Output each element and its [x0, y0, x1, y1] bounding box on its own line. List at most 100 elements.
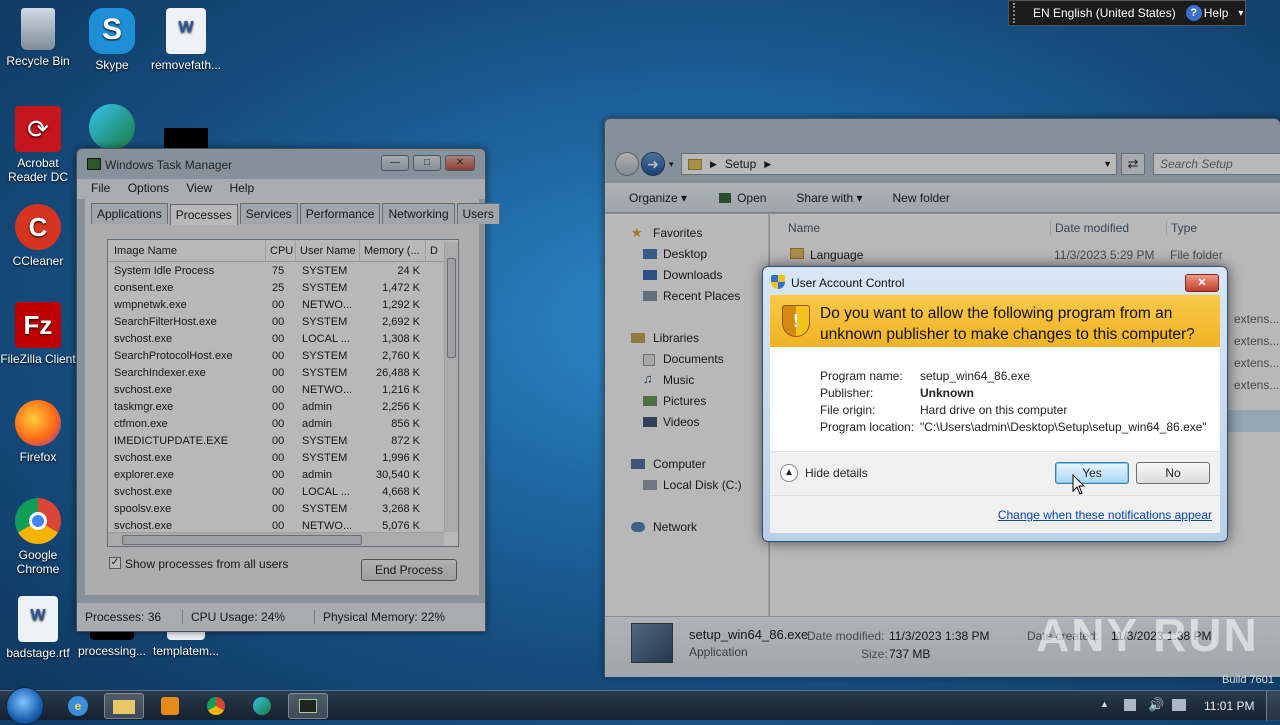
desktop-icon-badstage[interactable]: W badstage.rtf [0, 596, 76, 660]
table-row[interactable]: spoolsv.exe 00 SYSTEM 3,268 K [108, 500, 446, 517]
table-row[interactable]: System Idle Process 75 SYSTEM 24 K [108, 262, 446, 279]
file-row-language[interactable]: Language 11/3/2023 5:29 PM File folder [770, 244, 1280, 266]
tab-services[interactable]: Services [239, 203, 298, 224]
taskbar-media-player[interactable] [150, 693, 190, 719]
tab-users[interactable]: Users [456, 203, 500, 224]
nav-libraries[interactable]: Libraries [653, 331, 699, 345]
close-button[interactable]: ✕ [1185, 274, 1219, 292]
forward-button[interactable]: ➜ [641, 152, 665, 176]
back-button[interactable] [615, 152, 639, 176]
search-input[interactable] [1153, 153, 1280, 175]
desktop-icon-black[interactable] [164, 128, 208, 150]
scrollbar-thumb[interactable] [447, 258, 456, 358]
table-row[interactable]: SearchIndexer.exe 00 SYSTEM 26,488 K [108, 364, 446, 381]
horizontal-scrollbar[interactable] [108, 532, 444, 546]
volume-icon[interactable]: 🔊 [1148, 697, 1164, 713]
yes-button[interactable]: Yes [1055, 462, 1129, 484]
col-image-name[interactable]: Image Name [108, 240, 266, 261]
table-row[interactable]: SearchFilterHost.exe 00 SYSTEM 2,692 K [108, 313, 446, 330]
nav-videos[interactable]: Videos [663, 415, 699, 429]
nav-favorites[interactable]: Favorites [653, 226, 702, 240]
language-selector[interactable]: EN English (United States) [1033, 6, 1176, 20]
vertical-scrollbar[interactable] [444, 242, 458, 532]
table-row[interactable]: svchost.exe 00 LOCAL ... 4,668 K [108, 483, 446, 500]
table-row[interactable]: taskmgr.exe 00 admin 2,256 K [108, 398, 446, 415]
organize-button[interactable]: Organize ▾ [629, 191, 687, 205]
desktop-icon-ccleaner[interactable]: C CCleaner [0, 204, 76, 268]
table-row[interactable]: explorer.exe 00 admin 30,540 K [108, 466, 446, 483]
table-row[interactable]: wmpnetwk.exe 00 NETWO... 1,292 K [108, 296, 446, 313]
menu-file[interactable]: File [91, 181, 110, 195]
col-memory[interactable]: Memory (... [360, 240, 426, 261]
maximize-button[interactable]: □ [413, 155, 441, 171]
taskbar-explorer[interactable] [104, 693, 144, 719]
menu-view[interactable]: View [186, 181, 212, 195]
help-button[interactable]: Help [1204, 6, 1229, 20]
task-manager-window[interactable]: Windows Task Manager — □ ✕ File Options … [76, 148, 500, 632]
nav-pictures[interactable]: Pictures [663, 394, 706, 408]
chevron-up-icon[interactable]: ▲ [780, 464, 798, 482]
col-name[interactable]: Name [788, 221, 820, 235]
new-folder-button[interactable]: New folder [892, 191, 949, 205]
tab-networking[interactable]: Networking [382, 203, 455, 224]
taskbar-ie[interactable]: e [58, 693, 98, 719]
nav-documents[interactable]: Documents [663, 352, 724, 366]
table-row[interactable]: svchost.exe 00 SYSTEM 1,996 K [108, 449, 446, 466]
col-description[interactable]: D [426, 240, 442, 261]
share-with-button[interactable]: Share with ▾ [796, 191, 862, 205]
show-all-checkbox[interactable]: ✓ [109, 557, 121, 569]
uac-dialog[interactable]: User Account Control ✕ ! Do you want to … [762, 266, 1228, 542]
end-process-button[interactable]: End Process [361, 559, 457, 581]
network-tray-icon[interactable] [1172, 699, 1186, 711]
menu-options[interactable]: Options [128, 181, 169, 195]
clock[interactable]: 11:01 PM [1204, 699, 1254, 713]
desktop-icon-firefox[interactable]: Firefox [0, 400, 76, 464]
tab-performance[interactable]: Performance [299, 203, 381, 224]
nav-desktop[interactable]: Desktop [663, 247, 707, 261]
taskbar-edge[interactable] [242, 693, 282, 719]
show-desktop-button[interactable] [1266, 691, 1280, 721]
nav-downloads[interactable]: Downloads [663, 268, 722, 282]
col-type[interactable]: Type [1166, 221, 1197, 235]
action-center-icon[interactable] [1124, 699, 1136, 711]
selected-row[interactable] [1226, 410, 1280, 432]
open-button[interactable]: Open [719, 191, 766, 205]
nav-recent-places[interactable]: Recent Places [663, 289, 740, 303]
table-row[interactable]: IMEDICTUPDATE.EXE 00 SYSTEM 872 K [108, 432, 446, 449]
col-user-name[interactable]: User Name [296, 240, 360, 261]
desktop-icon-skype[interactable]: S Skype [74, 8, 150, 72]
address-bar[interactable]: ▶ Setup ▶ ▼ [681, 153, 1117, 175]
desktop-icon-acrobat[interactable]: ⟳ Acrobat Reader DC [0, 106, 76, 184]
table-row[interactable]: consent.exe 25 SYSTEM 1,472 K [108, 279, 446, 296]
change-notifications-link[interactable]: Change when these notifications appear [998, 508, 1212, 522]
no-button[interactable]: No [1136, 462, 1210, 484]
col-date-modified[interactable]: Date modified [1050, 221, 1129, 235]
hscroll-thumb[interactable] [122, 535, 362, 545]
refresh-button[interactable]: ⇄ [1121, 153, 1145, 175]
hide-details-link[interactable]: Hide details [805, 466, 868, 480]
desktop-icon-edge[interactable] [74, 104, 150, 154]
desktop-icon-filezilla[interactable]: Fz FileZilla Client [0, 302, 76, 366]
start-button[interactable] [6, 687, 44, 725]
taskbar-task-manager[interactable] [288, 693, 328, 719]
desktop-icon-recycle-bin[interactable]: Recycle Bin [0, 8, 76, 68]
tab-applications[interactable]: Applications [91, 203, 168, 224]
tab-processes[interactable]: Processes [169, 204, 238, 225]
table-row[interactable]: svchost.exe 00 LOCAL ... 1,308 K [108, 330, 446, 347]
help-icon[interactable]: ? [1185, 5, 1202, 21]
address-dropdown-icon[interactable]: ▼ [1103, 159, 1112, 169]
show-hidden-icons[interactable]: ▲ [1100, 699, 1109, 709]
nav-music[interactable]: Music [663, 373, 694, 387]
table-row[interactable]: svchost.exe 00 NETWO... 1,216 K [108, 381, 446, 398]
recent-pages-icon[interactable]: ▾ [669, 159, 674, 170]
table-row[interactable]: SearchProtocolHost.exe 00 SYSTEM 2,760 K [108, 347, 446, 364]
close-button[interactable]: ✕ [445, 155, 475, 171]
desktop-icon-removefath[interactable]: W removefath... [148, 8, 224, 72]
nav-network[interactable]: Network [653, 520, 697, 534]
taskbar-chrome[interactable] [196, 693, 236, 719]
breadcrumb-setup[interactable]: Setup [725, 157, 756, 171]
table-row[interactable]: ctfmon.exe 00 admin 856 K [108, 415, 446, 432]
col-cpu[interactable]: CPU [266, 240, 296, 261]
nav-computer[interactable]: Computer [653, 457, 706, 471]
menu-help[interactable]: Help [230, 181, 255, 195]
